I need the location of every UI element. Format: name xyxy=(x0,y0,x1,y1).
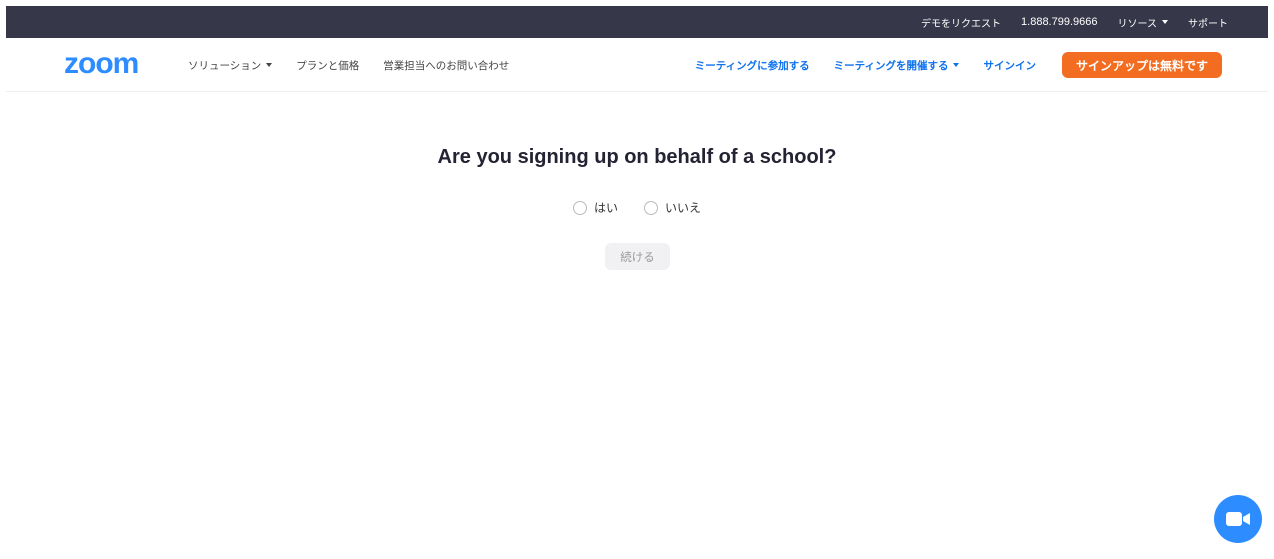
contact-sales-link[interactable]: 営業担当へのお問い合わせ xyxy=(383,58,509,73)
resources-menu[interactable]: リソース xyxy=(1117,15,1168,30)
join-meeting-link[interactable]: ミーティングに参加する xyxy=(695,58,810,73)
option-no[interactable]: いいえ xyxy=(644,199,701,216)
option-yes-label: はい xyxy=(593,201,618,215)
host-meeting-menu[interactable]: ミーティングを開催する xyxy=(834,58,960,73)
video-chat-button[interactable] xyxy=(1214,495,1262,543)
main-nav: zoom ソリューション プランと価格 営業担当へのお問い合わせ ミーティングに… xyxy=(6,38,1268,92)
resources-label: リソース xyxy=(1117,18,1158,30)
host-meeting-label: ミーティングを開催する xyxy=(833,59,949,72)
plans-link[interactable]: プランと価格 xyxy=(296,58,359,73)
caret-down-icon xyxy=(266,63,273,67)
solutions-label: ソリューション xyxy=(188,59,262,72)
zoom-logo[interactable]: zoom xyxy=(64,49,139,79)
radio-no[interactable] xyxy=(644,200,658,215)
solutions-menu[interactable]: ソリューション xyxy=(188,58,273,73)
sign-up-button[interactable]: サインアップは無料です xyxy=(1061,52,1222,78)
request-demo-link[interactable]: デモをリクエスト xyxy=(921,15,1001,30)
phone-link[interactable]: 1.888.799.9666 xyxy=(1021,16,1097,28)
continue-button[interactable]: 続ける xyxy=(605,243,670,270)
radio-yes[interactable] xyxy=(572,200,587,215)
utility-bar: デモをリクエスト 1.888.799.9666 リソース サポート xyxy=(6,6,1268,38)
nav-right: ミーティングに参加する ミーティングを開催する サインイン サインアップは無料で… xyxy=(671,38,1222,92)
school-question: Are you signing up on behalf of a school… xyxy=(437,146,837,168)
caret-down-icon xyxy=(1162,20,1168,24)
option-no-label: いいえ xyxy=(665,201,702,215)
page: デモをリクエスト 1.888.799.9666 リソース サポート zoom ソ… xyxy=(0,0,1274,559)
option-yes[interactable]: はい xyxy=(572,199,618,216)
support-link[interactable]: サポート xyxy=(1188,15,1228,30)
school-options: はい いいえ xyxy=(0,199,1274,216)
sign-in-link[interactable]: サインイン xyxy=(983,58,1036,73)
video-camera-icon xyxy=(1226,512,1250,526)
nav-left: ソリューション プランと価格 営業担当へのお問い合わせ xyxy=(188,38,533,92)
caret-down-icon xyxy=(953,63,960,67)
